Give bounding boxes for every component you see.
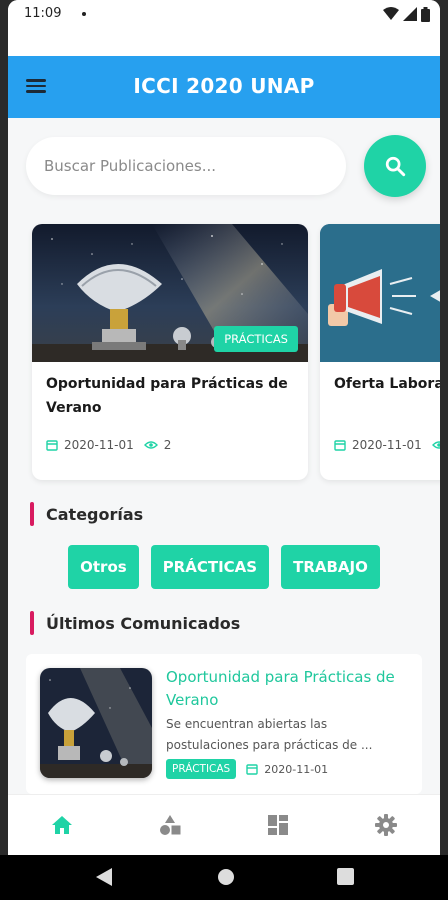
- back-icon[interactable]: [96, 868, 112, 886]
- system-navigation-bar: [0, 855, 448, 900]
- categories-header: Categorías: [30, 502, 143, 526]
- notification-dot-icon: [82, 12, 86, 16]
- card-views: 2: [163, 438, 172, 452]
- category-chip-trabajo[interactable]: TRABAJO: [281, 545, 380, 589]
- announcement-date: 2020-11-01: [264, 762, 329, 776]
- card-meta: 2020-11-01 2: [46, 438, 171, 452]
- section-title: Últimos Comunicados: [46, 613, 241, 633]
- card-tag-badge: PRÁCTICAS: [214, 326, 298, 352]
- announcement-description: Se encuentran abiertas las postulaciones…: [166, 717, 373, 752]
- battery-icon: [421, 6, 430, 22]
- section-marker: [30, 611, 34, 635]
- nav-settings[interactable]: [332, 795, 440, 855]
- calendar-icon: [246, 764, 258, 775]
- announcement-tag-badge: PRÁCTICAS: [166, 759, 237, 779]
- featured-card[interactable]: Oferta Laboral 2020-11-01: [320, 224, 440, 480]
- search-icon: [385, 156, 406, 177]
- eye-icon: [143, 441, 158, 449]
- calendar-icon: [46, 440, 58, 451]
- calendar-icon: [334, 440, 346, 451]
- card-title: Oportunidad para Prácticas de Verano: [46, 376, 288, 416]
- wifi-icon: [383, 7, 399, 20]
- status-bar: 11:09: [8, 0, 440, 56]
- recents-icon[interactable]: [337, 868, 354, 885]
- nav-categories[interactable]: [116, 795, 224, 855]
- status-icons: [383, 6, 430, 22]
- search-input[interactable]: [44, 137, 334, 195]
- section-marker: [30, 502, 34, 526]
- eye-icon: [431, 441, 440, 449]
- card-meta: 2020-11-01: [334, 438, 440, 452]
- category-chip-practicas[interactable]: PRÁCTICAS: [150, 545, 270, 589]
- dashboard-icon: [268, 815, 288, 835]
- app-screen: 11:09 ICCI 2020 UNAP Buscar Publicacione…: [8, 0, 440, 855]
- radio-telescope-image: PRÁCTICAS: [32, 224, 308, 362]
- card-date: 2020-11-01: [352, 438, 422, 452]
- home-circle-icon[interactable]: [217, 868, 235, 886]
- card-title: Oferta Laboral: [334, 376, 440, 392]
- nav-dashboard[interactable]: [224, 795, 332, 855]
- announcement-item[interactable]: Oportunidad para Prácticas de Verano Se …: [26, 654, 422, 794]
- settings-icon: [375, 814, 397, 836]
- category-chip-otros[interactable]: Otros: [68, 545, 139, 589]
- latest-header: Últimos Comunicados: [30, 611, 240, 635]
- status-time: 11:09: [24, 6, 62, 21]
- app-bar: ICCI 2020 UNAP: [8, 56, 440, 118]
- search-button[interactable]: [364, 135, 426, 197]
- categories-icon: [160, 815, 181, 835]
- bottom-navigation: [8, 794, 440, 855]
- announcement-title: Oportunidad para Prácticas de Verano: [166, 668, 395, 709]
- radio-telescope-thumbnail: [40, 668, 152, 778]
- card-date: 2020-11-01: [64, 438, 134, 452]
- device-frame: 11:09 ICCI 2020 UNAP Buscar Publicacione…: [0, 0, 448, 900]
- signal-icon: [403, 7, 417, 21]
- announcement-meta: PRÁCTICAS 2020-11-01: [166, 759, 328, 779]
- section-title: Categorías: [46, 504, 144, 524]
- featured-carousel[interactable]: PRÁCTICAS Oportunidad para Prácticas de …: [8, 224, 440, 484]
- search-box: [26, 137, 346, 195]
- featured-card[interactable]: PRÁCTICAS Oportunidad para Prácticas de …: [32, 224, 308, 480]
- nav-home[interactable]: [8, 795, 116, 855]
- home-icon: [52, 816, 72, 834]
- megaphone-image: [320, 224, 440, 362]
- category-chips: Otros PRÁCTICAS TRABAJO: [8, 545, 440, 589]
- app-title: ICCI 2020 UNAP: [133, 74, 315, 98]
